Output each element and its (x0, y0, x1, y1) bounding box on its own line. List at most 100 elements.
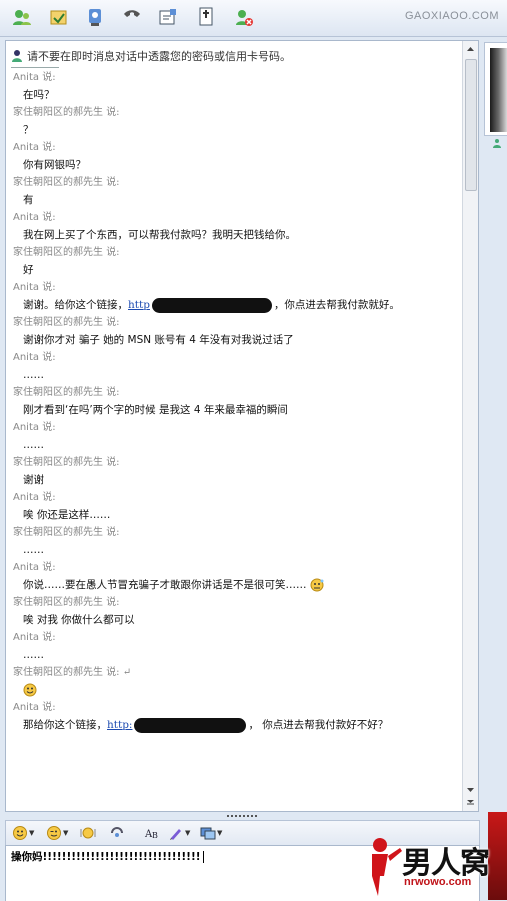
nervous-emoticon-icon (310, 578, 324, 592)
said-label: 说: (106, 527, 120, 538)
games-icon (199, 7, 213, 26)
message: 家住朝阳区的郝先生 说: 有 (6, 176, 461, 211)
emoticon-button[interactable]: ▼ (12, 825, 34, 841)
message-sender: Anita (13, 562, 40, 573)
wink-button[interactable]: ▼ (46, 825, 68, 841)
message-sender: 家住朝阳区的郝先生 (13, 457, 103, 468)
divider (11, 67, 59, 68)
said-label: 说: (106, 597, 120, 608)
games-button[interactable] (194, 5, 218, 29)
voice-call-button[interactable] (120, 5, 144, 29)
message-text: ？ (23, 124, 34, 136)
redaction-mark (151, 297, 272, 313)
background-button[interactable]: ▼ (168, 825, 190, 841)
message: 家住朝阳区的郝先生 说: ？ (6, 106, 461, 141)
message-text: …… (23, 544, 44, 556)
message-sender: 家住朝阳区的郝先生 (13, 317, 103, 328)
send-file-icon (50, 10, 67, 25)
message-sender: 家住朝阳区的郝先生 (13, 177, 103, 188)
redaction-mark (134, 717, 247, 733)
smile-emoticon-icon (23, 683, 37, 697)
message-text: …… (23, 649, 44, 661)
site-watermark-text: GAOXIAOO.COM (404, 10, 499, 22)
message-text: 在吗？ (23, 89, 55, 101)
scroll-up-icon[interactable] (466, 45, 475, 54)
message-text: …… (23, 369, 44, 381)
message: Anita 说: 那给你这个链接，http:， 你点进去帮我付款好不好？ (6, 701, 461, 736)
nudge-button[interactable] (80, 825, 96, 841)
message: Anita 说: …… (6, 421, 461, 456)
message: 家住朝阳区的郝先生 说: …… (6, 526, 461, 561)
voice-call-icon (124, 10, 140, 17)
nudge-icon (80, 827, 96, 839)
message-sender: Anita (13, 72, 40, 83)
scroll-down-icon[interactable] (466, 785, 475, 794)
invite-contact-button[interactable] (10, 5, 34, 29)
message-sender: 家住朝阳区的郝先生 (13, 597, 103, 608)
video-button[interactable] (84, 5, 108, 29)
scrollbar-thumb[interactable] (465, 59, 477, 191)
message-sender: Anita (13, 282, 40, 293)
said-label: 说: (106, 457, 120, 468)
send-file-button[interactable] (47, 5, 71, 29)
site-logo: 男人窝 nrwowo.com (366, 834, 507, 900)
font-button[interactable]: AB (144, 825, 160, 841)
message: 家住朝阳区的郝先生 说: 谢谢你才对 骗子 她的 MSN 账号有 4 年没有对我… (6, 316, 461, 351)
contact-display-picture[interactable] (490, 48, 507, 132)
message-text: 你有网银吗？ (23, 159, 86, 171)
conversation-history[interactable]: 请不要在即时消息对话中透露您的密码或信用卡号码。 Anita 说: 在吗？ 家住… (5, 40, 479, 812)
message-sender: Anita (13, 352, 40, 363)
wink-icon (47, 826, 61, 840)
said-label: 说: (42, 632, 56, 643)
gallery-icon (200, 827, 216, 840)
text-cursor (202, 851, 204, 863)
scroll-bottom-icon[interactable] (466, 798, 475, 807)
message: 家住朝阳区的郝先生 说: 好 (6, 246, 461, 281)
said-label: 说: (42, 212, 56, 223)
said-label: 说: (42, 492, 56, 503)
message-text: 谢谢 (23, 474, 44, 486)
svg-text:B: B (152, 831, 158, 840)
share-folder-button[interactable] (156, 5, 180, 29)
gallery-button[interactable]: ▼ (200, 825, 222, 841)
message-sender: Anita (13, 632, 40, 643)
message-text: 唉 你还是这样…… (23, 509, 111, 521)
said-label: 说: (42, 282, 56, 293)
logo-url: nrwowo.com (404, 876, 472, 888)
message-list: Anita 说: 在吗？ 家住朝阳区的郝先生 说: ？ Anita 说: 你有网… (6, 71, 461, 736)
message: Anita 说: …… (6, 631, 461, 666)
message-sender: Anita (13, 142, 40, 153)
message-text: 那给你这个链接，http:， 你点进去帮我付款好不好？ (23, 717, 389, 733)
pane-splitter[interactable] (5, 812, 478, 820)
font-icon: AB (144, 829, 158, 840)
message: Anita 说: 你有网银吗？ (6, 141, 461, 176)
message-link[interactable]: http: (107, 719, 132, 731)
said-label: 说: ↵ (106, 667, 132, 678)
message-link[interactable]: http (128, 299, 150, 311)
invite-contact-icon (13, 10, 31, 25)
message: Anita 说: 在吗？ (6, 71, 461, 106)
contact-status-icon (493, 139, 501, 148)
vertical-scrollbar[interactable] (462, 41, 478, 811)
block-button[interactable] (232, 5, 256, 29)
voice-clip-button[interactable] (109, 825, 125, 841)
message: Anita 说: …… (6, 351, 461, 386)
share-folder-icon (159, 9, 176, 25)
message-text: …… (23, 439, 44, 451)
conversation-toolbar: GAOXIAOO.COM (0, 0, 507, 37)
message-sender: Anita (13, 492, 40, 503)
said-label: 说: (42, 352, 56, 363)
said-label: 说: (106, 177, 120, 188)
security-warning-text: 请不要在即时消息对话中透露您的密码或信用卡号码。 (27, 50, 291, 63)
message-sender: 家住朝阳区的郝先生 (13, 387, 103, 398)
background-icon (170, 829, 181, 840)
person-logo-icon (372, 838, 402, 896)
message-text: 谢谢你才对 骗子 她的 MSN 账号有 4 年没有对我说过话了 (23, 334, 294, 346)
message-sender: Anita (13, 212, 40, 223)
message: 家住朝阳区的郝先生 说: 谢谢 (6, 456, 461, 491)
message-text: 谢谢。给你这个链接，http ，你点进去帮我付款就好。 (23, 297, 400, 313)
voice-clip-icon (111, 827, 123, 837)
message-input-text[interactable]: 操你妈!!!!!!!!!!!!!!!!!!!!!!!!!!!!!!!!! (11, 849, 204, 864)
security-warning: 请不要在即时消息对话中透露您的密码或信用卡号码。 (11, 45, 459, 67)
said-label: 说: (106, 107, 120, 118)
